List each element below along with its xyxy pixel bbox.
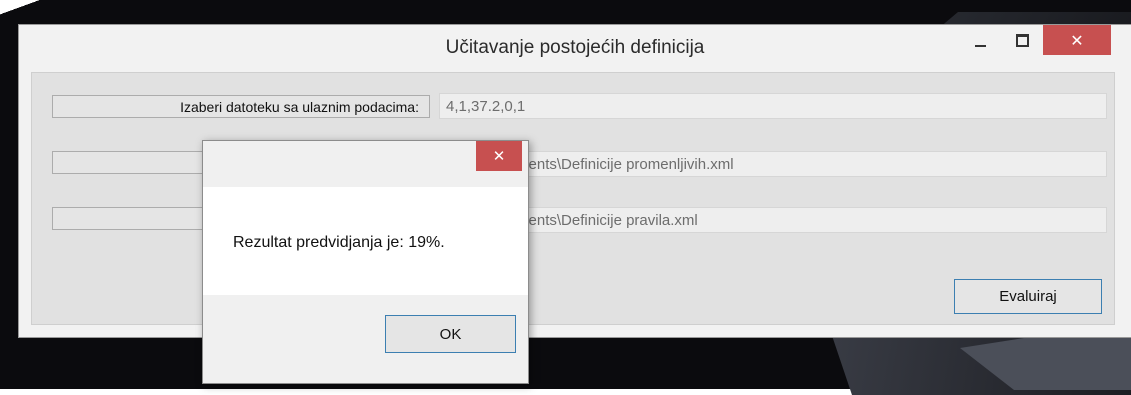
result-dialog: ✕ Rezultat predvidjanja je: 19%. OK	[202, 140, 529, 384]
main-titlebar[interactable]: Učitavanje postojećih definicija ✕	[19, 25, 1131, 71]
minimize-button[interactable]	[959, 25, 1001, 55]
rules-path-field[interactable]: ublic\Documents\Definicije pravila.xml	[439, 207, 1107, 233]
dialog-footer: OK	[203, 295, 528, 383]
dialog-body: Rezultat predvidjanja je: 19%.	[203, 187, 528, 295]
client-area: Izaberi datoteku sa ulaznim podacima: 4,…	[31, 72, 1115, 325]
result-message: Rezultat predvidjanja je: 19%.	[233, 234, 445, 251]
ok-button[interactable]: OK	[385, 315, 516, 353]
select-input-file-button[interactable]: Izaberi datoteku sa ulaznim podacima:	[52, 95, 430, 118]
dialog-titlebar[interactable]: ✕	[203, 141, 528, 187]
dialog-close-button[interactable]: ✕	[476, 141, 522, 171]
maximize-button[interactable]	[1001, 25, 1043, 55]
input-data-field[interactable]: 4,1,37.2,0,1	[439, 93, 1107, 119]
close-icon: ✕	[1070, 30, 1084, 50]
close-icon: ✕	[492, 147, 506, 165]
maximize-icon	[1015, 33, 1029, 47]
main-window: Učitavanje postojećih definicija ✕ Izabe…	[18, 24, 1131, 338]
evaluate-button[interactable]: Evaluiraj	[954, 279, 1102, 314]
variables-path-field[interactable]: ublic\Documents\Definicije promenljivih.…	[439, 151, 1107, 177]
minimize-icon	[974, 45, 986, 47]
close-button[interactable]: ✕	[1043, 25, 1111, 55]
